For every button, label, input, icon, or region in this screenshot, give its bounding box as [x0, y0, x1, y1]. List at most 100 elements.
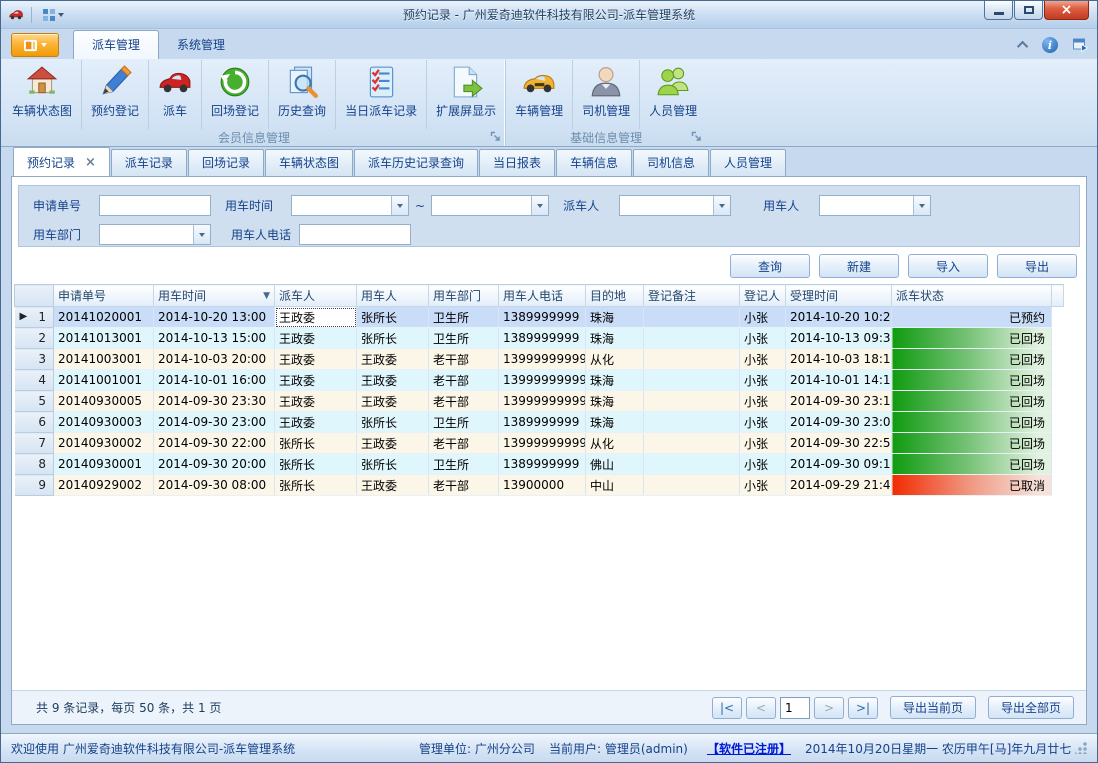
today-dispatch-records-button[interactable]: 当日派车记录	[335, 60, 426, 129]
row-indicator-cell[interactable]: 4	[15, 370, 54, 391]
column-header[interactable]: 登记备注	[644, 285, 740, 307]
cell-destination[interactable]: 从化	[586, 433, 644, 454]
cell-car-user[interactable]: 张所长	[357, 328, 429, 349]
cell-car-user[interactable]: 张所长	[357, 454, 429, 475]
cell-dispatch-status[interactable]: 已预约	[892, 307, 1052, 328]
prev-page-button[interactable]: <	[746, 697, 776, 719]
cell-dispatch-status[interactable]: 已取消	[892, 475, 1052, 496]
cell-use-time[interactable]: 2014-10-13 15:00	[154, 328, 275, 349]
cell-dispatcher[interactable]: 王政委	[275, 391, 357, 412]
cell-dispatch-status[interactable]: 已回场	[892, 391, 1052, 412]
cell-use-time[interactable]: 2014-09-30 23:30	[154, 391, 275, 412]
cell-car-user[interactable]: 张所长	[357, 412, 429, 433]
cell-accept-time[interactable]: 2014-10-20 10:24	[786, 307, 892, 328]
cell-order-no[interactable]: 20140930003	[54, 412, 154, 433]
maximize-button[interactable]	[1014, 1, 1043, 20]
dispatch-button[interactable]: 派车	[148, 60, 201, 129]
cell-registrar[interactable]: 小张	[740, 307, 786, 328]
cell-phone[interactable]: 13999999999	[499, 433, 586, 454]
license-registered-link[interactable]: 【软件已注册】	[707, 740, 791, 757]
export-button[interactable]: 导出	[997, 254, 1077, 278]
column-header[interactable]: 用车人电话	[499, 285, 586, 307]
doc-tab[interactable]: 派车历史记录查询	[354, 149, 478, 176]
cell-dispatcher[interactable]: 张所长	[275, 433, 357, 454]
cell-order-no[interactable]: 20141013001	[54, 328, 154, 349]
cell-phone[interactable]: 13999999999	[499, 391, 586, 412]
use-time-to-select[interactable]	[431, 195, 549, 216]
combo-dropdown-button[interactable]	[193, 225, 210, 244]
skin-style-icon[interactable]	[1072, 37, 1089, 53]
cell-accept-time[interactable]: 2014-09-30 22:59	[786, 433, 892, 454]
cell-note[interactable]	[644, 307, 740, 328]
cell-dispatch-status[interactable]: 已回场	[892, 328, 1052, 349]
cell-note[interactable]	[644, 475, 740, 496]
cell-department[interactable]: 老干部	[429, 433, 499, 454]
last-page-button[interactable]: >|	[848, 697, 878, 719]
cell-destination[interactable]: 珠海	[586, 328, 644, 349]
table-row[interactable]: 5201409300052014-09-30 23:30王政委王政委老干部139…	[15, 391, 1064, 412]
collapse-ribbon-icon[interactable]	[1017, 41, 1028, 52]
ribbon-tab-dispatch[interactable]: 派车管理	[73, 30, 159, 59]
close-button[interactable]: ×	[1044, 1, 1089, 20]
row-indicator-cell[interactable]: 3	[15, 349, 54, 370]
cell-car-user[interactable]: 王政委	[357, 433, 429, 454]
dispatcher-select[interactable]	[619, 195, 731, 216]
cell-destination[interactable]: 珠海	[586, 412, 644, 433]
cell-registrar[interactable]: 小张	[740, 370, 786, 391]
query-button[interactable]: 查询	[730, 254, 810, 278]
cell-use-time[interactable]: 2014-10-01 16:00	[154, 370, 275, 391]
export-all-pages-button[interactable]: 导出全部页	[988, 696, 1074, 719]
row-indicator-cell[interactable]: 9	[15, 475, 54, 496]
column-header[interactable]: 派车人	[275, 285, 357, 307]
vehicle-status-map-button[interactable]: 车辆状态图	[3, 60, 81, 129]
cell-registrar[interactable]: 小张	[740, 349, 786, 370]
create-button[interactable]: 新建	[819, 254, 899, 278]
vehicle-management-button[interactable]: 车辆管理	[506, 60, 572, 129]
cell-destination[interactable]: 佛山	[586, 454, 644, 475]
cell-car-user[interactable]: 王政委	[357, 475, 429, 496]
cell-car-user[interactable]: 王政委	[357, 349, 429, 370]
column-header[interactable]: 受理时间	[786, 285, 892, 307]
cell-accept-time[interactable]: 2014-09-29 21:47	[786, 475, 892, 496]
doc-tab[interactable]: 回场记录	[188, 149, 264, 176]
export-current-page-button[interactable]: 导出当前页	[890, 696, 976, 719]
cell-dispatch-status[interactable]: 已回场	[892, 370, 1052, 391]
info-icon[interactable]: i	[1042, 37, 1058, 53]
car-user-select[interactable]	[819, 195, 931, 216]
cell-dispatcher[interactable]: 王政委	[275, 412, 357, 433]
column-header[interactable]: 用车部门	[429, 285, 499, 307]
cell-destination[interactable]: 从化	[586, 349, 644, 370]
cell-registrar[interactable]: 小张	[740, 433, 786, 454]
extended-screen-button[interactable]: 扩展屏显示	[426, 60, 505, 129]
cell-note[interactable]	[644, 349, 740, 370]
personnel-management-button[interactable]: 人员管理	[639, 60, 706, 129]
row-indicator-cell[interactable]: 7	[15, 433, 54, 454]
cell-destination[interactable]: 珠海	[586, 370, 644, 391]
next-page-button[interactable]: >	[814, 697, 844, 719]
cell-use-time[interactable]: 2014-09-30 22:00	[154, 433, 275, 454]
department-select[interactable]	[99, 224, 211, 245]
dialog-launcher-icon[interactable]	[490, 131, 501, 142]
table-row[interactable]: 1▶201410200012014-10-20 13:00王政委张所长卫生所13…	[15, 307, 1064, 328]
cell-note[interactable]	[644, 433, 740, 454]
table-row[interactable]: 6201409300032014-09-30 23:00王政委张所长卫生所138…	[15, 412, 1064, 433]
dialog-launcher-icon[interactable]	[691, 131, 702, 142]
cell-use-time[interactable]: 2014-09-30 08:00	[154, 475, 275, 496]
cell-dispatcher[interactable]: 王政委	[275, 328, 357, 349]
cell-department[interactable]: 老干部	[429, 349, 499, 370]
cell-registrar[interactable]: 小张	[740, 454, 786, 475]
cell-accept-time[interactable]: 2014-10-03 18:11	[786, 349, 892, 370]
table-row[interactable]: 2201410130012014-10-13 15:00王政委张所长卫生所138…	[15, 328, 1064, 349]
table-row[interactable]: 7201409300022014-09-30 22:00张所长王政委老干部139…	[15, 433, 1064, 454]
cell-order-no[interactable]: 20140929002	[54, 475, 154, 496]
cell-department[interactable]: 卫生所	[429, 307, 499, 328]
cell-accept-time[interactable]: 2014-09-30 23:05	[786, 412, 892, 433]
cell-registrar[interactable]: 小张	[740, 328, 786, 349]
cell-dispatcher[interactable]: 王政委	[275, 307, 357, 328]
close-tab-icon[interactable]: ×	[85, 158, 96, 168]
cell-dispatcher[interactable]: 张所长	[275, 475, 357, 496]
row-indicator-cell[interactable]: 8	[15, 454, 54, 475]
cell-accept-time[interactable]: 2014-09-30 09:17	[786, 454, 892, 475]
order-no-input[interactable]	[99, 195, 211, 216]
table-row[interactable]: 4201410010012014-10-01 16:00王政委王政委老干部139…	[15, 370, 1064, 391]
